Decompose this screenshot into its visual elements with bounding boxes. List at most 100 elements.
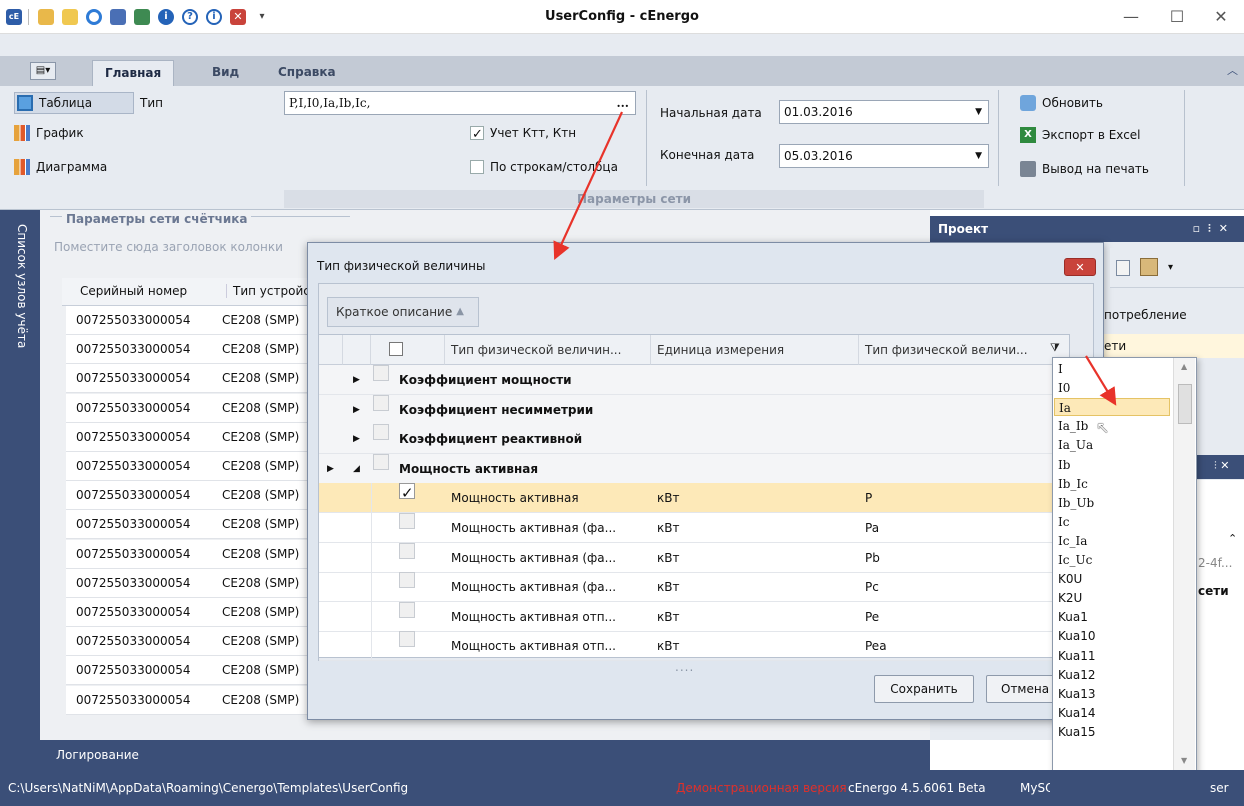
table-row[interactable]: 007255033000054 CE208 (SMP)	[66, 568, 310, 598]
type-row[interactable]: Мощность активная (фа... кВт Pc	[319, 572, 1071, 603]
tab-home[interactable]: Главная	[92, 60, 175, 86]
type-row[interactable]: Мощность активная (фа... кВт Pb	[319, 542, 1071, 573]
row-checkbox[interactable]	[399, 542, 415, 559]
type-row[interactable]: ✓ Мощность активная кВт P	[319, 483, 1071, 514]
row-checkbox[interactable]	[399, 513, 415, 529]
group-row[interactable]: ▶ Коэффициент реактивной	[319, 424, 1071, 455]
expand-right-icon[interactable]: ▶	[353, 365, 360, 395]
filter-option[interactable]: Ic_Ia	[1054, 532, 1170, 550]
type-row[interactable]: Мощность активная отп... кВт Pea	[319, 631, 1071, 662]
save-button[interactable]: Сохранить	[874, 675, 974, 703]
project-item-network[interactable]: ети	[1098, 334, 1244, 358]
ktt-checkbox-row[interactable]: ✓ Учет Ктт, Ктн	[470, 122, 576, 144]
col-unit[interactable]: Единица измерения	[651, 335, 859, 365]
row-checkbox[interactable]: ✓	[399, 483, 415, 502]
resize-grip[interactable]: ....	[675, 660, 694, 674]
collapse-icon[interactable]: ⌃	[1228, 532, 1237, 545]
logging-tab[interactable]: Логирование	[40, 740, 930, 770]
chart-view-button[interactable]: График	[14, 122, 84, 144]
document-icon[interactable]	[1116, 260, 1130, 276]
filter-option[interactable]: Ia_Ib	[1054, 417, 1170, 435]
app-menu-button[interactable]: ▤▾	[30, 62, 56, 80]
scroll-thumb[interactable]	[1178, 384, 1192, 424]
filter-option[interactable]: K0U	[1054, 570, 1170, 588]
group-row[interactable]: ▶ ◢ Мощность активная	[319, 453, 1071, 484]
filter-option[interactable]: Ib	[1054, 456, 1170, 474]
info-icon[interactable]: i	[158, 9, 174, 25]
row-checkbox[interactable]	[399, 572, 415, 589]
end-date-picker[interactable]: 05.03.2016 ▼	[779, 144, 989, 168]
group-by-chip[interactable]: Краткое описание ▲	[327, 297, 479, 327]
group-checkbox[interactable]	[373, 394, 389, 411]
project-item-consumption[interactable]: потребление	[1104, 308, 1187, 322]
filter-option[interactable]: Kua10	[1054, 627, 1170, 645]
save-as-icon[interactable]	[134, 9, 150, 25]
type-more-button[interactable]: ...	[616, 92, 629, 114]
filter-option[interactable]: Kua11	[1054, 647, 1170, 665]
chevron-down-icon[interactable]: ▼	[975, 101, 982, 123]
filter-option[interactable]: K2U	[1054, 589, 1170, 607]
table-row[interactable]: 007255033000054 CE208 (SMP)	[66, 422, 310, 452]
col-type-code[interactable]: Тип физической величи...	[859, 335, 1069, 365]
filter-option[interactable]: I	[1054, 360, 1170, 378]
col-type-name[interactable]: Тип физической величин...	[445, 335, 651, 365]
close-window-button[interactable]: ✕	[1198, 0, 1244, 34]
quick-access-dropdown-icon[interactable]: ▾	[254, 9, 270, 25]
filter-option[interactable]: Kua13	[1054, 685, 1170, 703]
tab-help[interactable]: Справка	[266, 60, 348, 86]
select-all-header[interactable]	[371, 335, 445, 365]
expand-down-icon[interactable]: ◢	[353, 454, 360, 484]
filter-option[interactable]: Ib_Ub	[1054, 494, 1170, 512]
filter-option[interactable]: Kua14	[1054, 704, 1170, 722]
maximize-button[interactable]: ☐	[1154, 0, 1200, 34]
filter-scrollbar[interactable]: ▲ ▼	[1173, 358, 1195, 774]
col-serial[interactable]: Серийный номер	[80, 284, 187, 298]
filter-option[interactable]: Kua1	[1054, 608, 1170, 626]
ktt-checkbox[interactable]: ✓	[470, 126, 484, 142]
filter-option[interactable]: Ic_Uc	[1054, 551, 1170, 569]
exit-icon[interactable]: ✕	[230, 9, 246, 25]
type-input[interactable]: P,I,I0,Ia,Ib,Ic, ...	[284, 91, 636, 115]
refresh-icon[interactable]	[86, 9, 102, 25]
row-checkbox[interactable]	[399, 601, 415, 618]
table-row[interactable]: 007255033000054 CE208 (SMP)	[66, 393, 310, 423]
filter-icon[interactable]: ⧩	[1050, 341, 1060, 355]
table-row[interactable]: 007255033000054 CE208 (SMP)	[66, 656, 310, 686]
dialog-close-button[interactable]: ✕	[1064, 258, 1096, 276]
tab-view[interactable]: Вид	[200, 60, 251, 86]
minimize-button[interactable]: —	[1108, 0, 1154, 34]
print-button[interactable]: Вывод на печать	[1020, 158, 1149, 180]
toolbar-dropdown-icon[interactable]: ▾	[1168, 262, 1173, 273]
diagram-view-button[interactable]: Диаграмма	[14, 156, 107, 178]
save-icon[interactable]	[110, 9, 126, 25]
table-row[interactable]: 007255033000054 CE208 (SMP)	[66, 364, 310, 394]
select-all-checkbox[interactable]	[389, 342, 403, 356]
refresh-button[interactable]: Обновить	[1020, 92, 1103, 114]
expand-right-icon[interactable]: ▶	[353, 424, 360, 454]
rows-checkbox-row[interactable]: По строкам/столбца	[470, 156, 618, 178]
start-date-picker[interactable]: 01.03.2016 ▼	[779, 100, 989, 124]
chevron-down-icon[interactable]: ▼	[975, 145, 982, 167]
pin-icon[interactable]: ⫶ ✕	[1214, 459, 1229, 473]
panel-controls-icon[interactable]: ▫⫶✕	[1193, 216, 1236, 242]
type-row[interactable]: Мощность активная отп... кВт Pe	[319, 601, 1071, 632]
table-row[interactable]: 007255033000054 CE208 (SMP)	[66, 539, 310, 569]
table-row[interactable]: 007255033000054 CE208 (SMP)	[66, 335, 310, 365]
about-icon[interactable]: i	[206, 9, 222, 25]
filter-option[interactable]: I0	[1054, 379, 1170, 397]
table-row[interactable]: 007255033000054 CE208 (SMP)	[66, 306, 310, 335]
group-row[interactable]: ▶ Коэффициент несимметрии	[319, 394, 1071, 425]
collapse-ribbon-icon[interactable]: ︿	[1227, 62, 1238, 78]
table-row[interactable]: 007255033000054 CE208 (SMP)	[66, 510, 310, 540]
filter-option[interactable]: Kua12	[1054, 666, 1170, 684]
type-row[interactable]: Мощность активная (фа... кВт Pa	[319, 513, 1071, 543]
properties-icon[interactable]	[1140, 258, 1158, 276]
group-checkbox[interactable]	[373, 365, 389, 381]
filter-option[interactable]: Ia	[1054, 398, 1170, 417]
table-row[interactable]: 007255033000054 CE208 (SMP)	[66, 627, 310, 657]
sidebar-tab-nodes[interactable]: Список узлов учёта	[0, 210, 40, 740]
group-checkbox[interactable]	[373, 424, 389, 441]
table-row[interactable]: 007255033000054 CE208 (SMP)	[66, 685, 310, 715]
export-excel-button[interactable]: X Экспорт в Excel	[1020, 124, 1141, 146]
expand-right-icon[interactable]: ▶	[353, 395, 360, 425]
